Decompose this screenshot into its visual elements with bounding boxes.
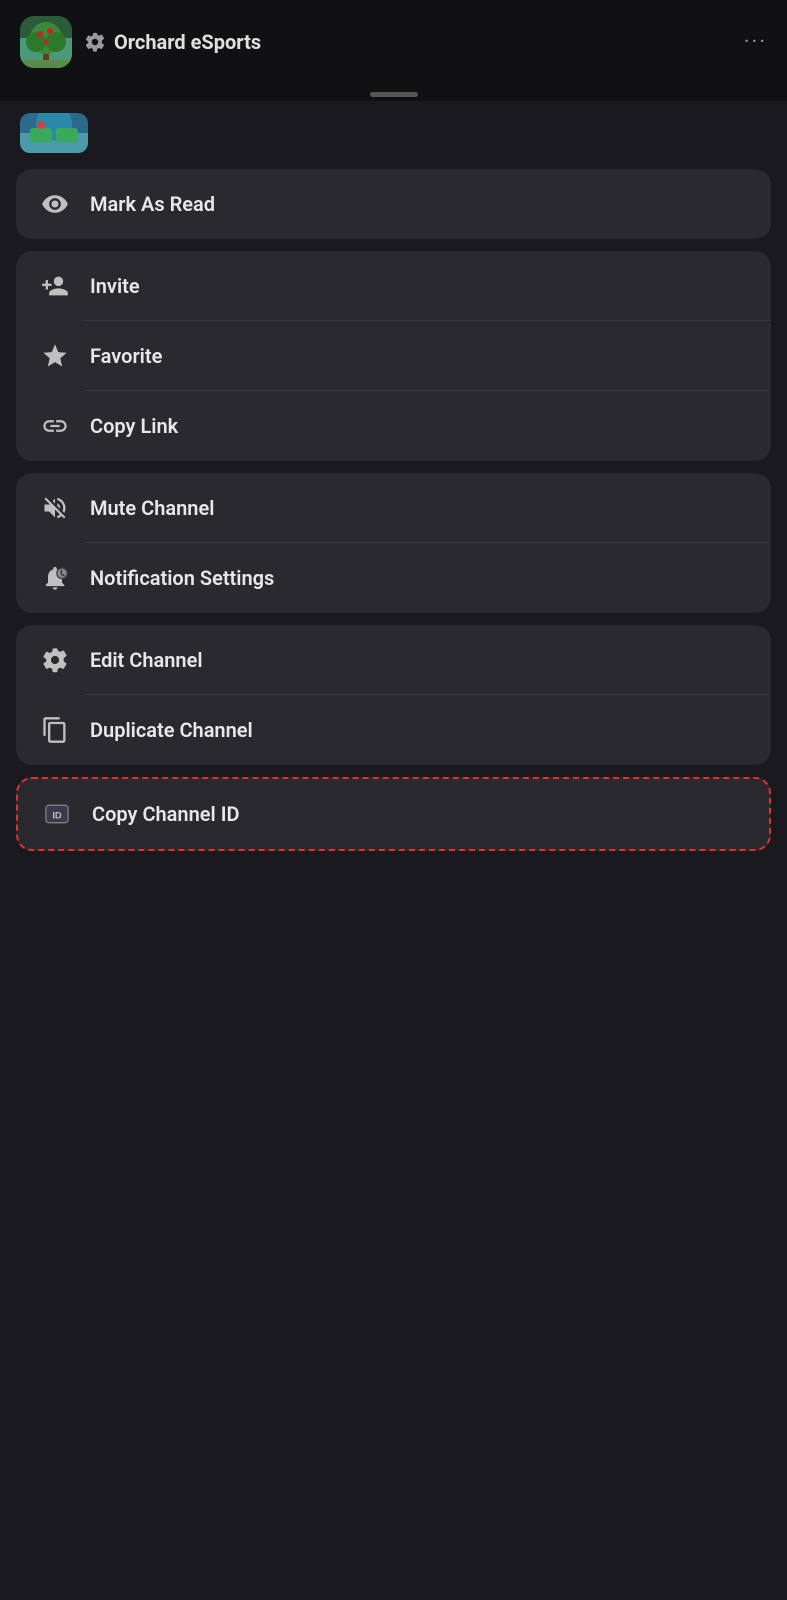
notification-settings-label: Notification Settings [90, 566, 274, 590]
menu-group-notifications: Mute Channel Notification Settings [16, 473, 771, 613]
edit-channel-item[interactable]: Edit Channel [16, 625, 771, 695]
menu-content: Mark As Read Invite Favorite [0, 161, 787, 859]
partial-avatar-area [0, 101, 787, 161]
server-name-text: Orchard eSports [114, 30, 261, 54]
invite-label: Invite [90, 274, 140, 298]
mute-icon [40, 493, 70, 523]
server-name-header: Orchard eSports [84, 30, 732, 54]
copy-link-item[interactable]: Copy Link [16, 391, 771, 461]
scroll-bar [370, 92, 418, 97]
mark-as-read-label: Mark As Read [90, 192, 215, 216]
invite-icon [40, 271, 70, 301]
copy-channel-id-label: Copy Channel ID [92, 802, 239, 826]
partial-server-avatar [20, 113, 88, 153]
edit-channel-label: Edit Channel [90, 648, 203, 672]
app-header: Orchard eSports ··· [0, 0, 787, 84]
menu-group-actions: Invite Favorite Copy Link [16, 251, 771, 461]
notification-settings-item[interactable]: Notification Settings [16, 543, 771, 613]
favorite-label: Favorite [90, 344, 162, 368]
favorite-item[interactable]: Favorite [16, 321, 771, 391]
menu-group-read: Mark As Read [16, 169, 771, 239]
mute-channel-label: Mute Channel [90, 496, 214, 520]
star-icon [40, 341, 70, 371]
invite-item[interactable]: Invite [16, 251, 771, 321]
duplicate-channel-icon [40, 715, 70, 745]
duplicate-channel-item[interactable]: Duplicate Channel [16, 695, 771, 765]
copy-channel-id-item[interactable]: ID Copy Channel ID [18, 779, 769, 849]
link-icon [40, 411, 70, 441]
server-avatar [20, 16, 72, 68]
copy-id-icon: ID [42, 799, 72, 829]
server-settings-icon [84, 31, 106, 53]
duplicate-channel-label: Duplicate Channel [90, 718, 253, 742]
scroll-indicator [0, 84, 787, 101]
copy-link-label: Copy Link [90, 414, 178, 438]
edit-channel-icon [40, 645, 70, 675]
mark-as-read-item[interactable]: Mark As Read [16, 169, 771, 239]
svg-text:ID: ID [52, 811, 62, 821]
menu-group-channel-manage: Edit Channel Duplicate Channel [16, 625, 771, 765]
notification-settings-icon [40, 563, 70, 593]
more-options-button[interactable]: ··· [744, 30, 767, 55]
mute-channel-item[interactable]: Mute Channel [16, 473, 771, 543]
menu-group-copy-id: ID Copy Channel ID [16, 777, 771, 851]
eye-icon [40, 189, 70, 219]
